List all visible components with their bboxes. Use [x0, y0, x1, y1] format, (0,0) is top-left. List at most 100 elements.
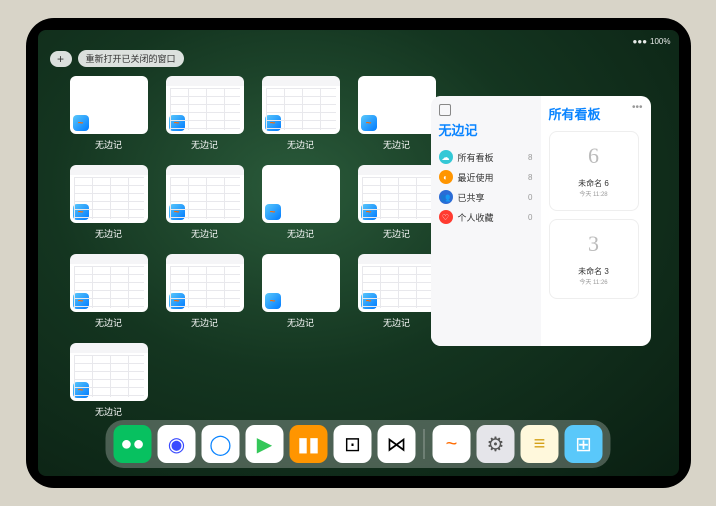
app-window-label: 无边记	[95, 227, 122, 240]
window-thumb	[262, 165, 340, 223]
nav-icon: 👥	[439, 190, 453, 204]
panel-left-title: 无边记	[439, 120, 533, 139]
app-window-label: 无边记	[383, 138, 410, 151]
status-bar: ●●● 100%	[46, 34, 671, 48]
app-window-11[interactable]: 无边记	[358, 254, 436, 329]
board-card-name: 未命名 3	[578, 266, 609, 277]
app-window-label: 无边记	[383, 316, 410, 329]
ipad-frame: ●●● 100% + 重新打开已关闭的窗口 无边记无边记无边记无边记无边记无边记…	[26, 18, 691, 488]
dock-recent-notes[interactable]: ≡	[521, 425, 559, 463]
app-window-7[interactable]: 无边记	[358, 165, 436, 240]
app-window-label: 无边记	[287, 138, 314, 151]
window-thumb	[166, 254, 244, 312]
window-thumb	[166, 76, 244, 134]
window-thumb	[70, 254, 148, 312]
nav-count: 8	[528, 173, 532, 182]
nav-label: 个人收藏	[458, 211, 494, 224]
board-sketch: 3	[576, 226, 612, 262]
app-window-9[interactable]: 无边记	[166, 254, 244, 329]
window-thumb	[358, 76, 436, 134]
nav-label: 已共享	[458, 191, 485, 204]
app-window-label: 无边记	[287, 227, 314, 240]
screen: ●●● 100% + 重新打开已关闭的窗口 无边记无边记无边记无边记无边记无边记…	[38, 30, 679, 476]
board-card-1[interactable]: 3 未命名 3今天 11:26	[549, 219, 639, 299]
freeform-app-icon	[73, 382, 89, 398]
dock: ●●◉◯▶▮▮⊡⋈ ~⚙≡⊞	[106, 420, 611, 468]
app-window-label: 无边记	[95, 405, 122, 418]
freeform-app-icon	[169, 293, 185, 309]
window-thumb	[70, 165, 148, 223]
app-window-4[interactable]: 无边记	[70, 165, 148, 240]
window-thumb	[358, 165, 436, 223]
dock-recent-freeform[interactable]: ~	[433, 425, 471, 463]
app-window-1[interactable]: 无边记	[166, 76, 244, 151]
app-window-10[interactable]: 无边记	[262, 254, 340, 329]
freeform-app-icon	[73, 204, 89, 220]
nav-item-3[interactable]: ♡ 个人收藏 0	[439, 207, 533, 227]
panel-content: 所有看板 6 未命名 6今天 11:28 3 未命名 3今天 11:26	[541, 96, 651, 346]
freeform-app-icon	[265, 115, 281, 131]
freeform-app-icon	[361, 204, 377, 220]
dock-app-wechat[interactable]: ●●	[114, 425, 152, 463]
app-window-5[interactable]: 无边记	[166, 165, 244, 240]
dock-recent-app-library[interactable]: ⊞	[565, 425, 603, 463]
app-window-label: 无边记	[191, 316, 218, 329]
add-window-button[interactable]: +	[50, 51, 72, 67]
freeform-app-icon	[265, 204, 281, 220]
nav-count: 0	[528, 193, 532, 202]
reopen-closed-window-button[interactable]: 重新打开已关闭的窗口	[78, 50, 184, 67]
more-icon[interactable]: •••	[632, 102, 643, 113]
dock-app-dice[interactable]: ⊡	[334, 425, 372, 463]
freeform-app-icon	[169, 115, 185, 131]
window-thumb	[262, 76, 340, 134]
nav-icon: ◐	[439, 170, 453, 184]
panel-sidebar: 无边记 ☁所有看板8◐最近使用8👥已共享0♡个人收藏0	[431, 96, 541, 346]
app-window-12[interactable]: 无边记	[70, 343, 148, 418]
board-card-date: 今天 11:28	[579, 189, 607, 198]
dock-separator	[424, 429, 425, 459]
board-card-name: 未命名 6	[578, 178, 609, 189]
nav-item-0[interactable]: ☁ 所有看板 8	[439, 147, 533, 167]
wifi-icon: ●●●	[633, 37, 648, 46]
dock-app-connect[interactable]: ⋈	[378, 425, 416, 463]
top-controls: + 重新打开已关闭的窗口	[50, 50, 184, 67]
app-window-6[interactable]: 无边记	[262, 165, 340, 240]
dock-app-quark[interactable]: ◉	[158, 425, 196, 463]
nav-icon: ♡	[439, 210, 453, 224]
dock-recent-settings[interactable]: ⚙	[477, 425, 515, 463]
window-thumb	[70, 343, 148, 401]
dock-app-play[interactable]: ▶	[246, 425, 284, 463]
freeform-panel[interactable]: ••• 无边记 ☁所有看板8◐最近使用8👥已共享0♡个人收藏0 所有看板 6未命…	[431, 96, 651, 346]
app-window-label: 无边记	[95, 316, 122, 329]
nav-count: 8	[528, 153, 532, 162]
freeform-app-icon	[73, 293, 89, 309]
nav-count: 0	[528, 213, 532, 222]
sidebar-toggle-icon[interactable]	[439, 104, 451, 116]
app-window-label: 无边记	[383, 227, 410, 240]
freeform-app-icon	[265, 293, 281, 309]
app-window-3[interactable]: 无边记	[358, 76, 436, 151]
nav-label: 所有看板	[458, 151, 494, 164]
app-window-0[interactable]: 无边记	[70, 76, 148, 151]
freeform-app-icon	[169, 204, 185, 220]
nav-item-2[interactable]: 👥 已共享 0	[439, 187, 533, 207]
app-window-label: 无边记	[287, 316, 314, 329]
nav-icon: ☁	[439, 150, 453, 164]
app-window-2[interactable]: 无边记	[262, 76, 340, 151]
freeform-app-icon	[361, 115, 377, 131]
board-card-0[interactable]: 6 未命名 6今天 11:28	[549, 131, 639, 211]
window-thumb	[262, 254, 340, 312]
app-window-8[interactable]: 无边记	[70, 254, 148, 329]
app-window-label: 无边记	[95, 138, 122, 151]
app-switcher-grid: 无边记无边记无边记无边记无边记无边记无边记无边记无边记无边记无边记无边记无边记	[70, 76, 436, 418]
app-window-label: 无边记	[191, 138, 218, 151]
panel-right-title: 所有看板	[549, 104, 643, 123]
window-thumb	[70, 76, 148, 134]
dock-app-books[interactable]: ▮▮	[290, 425, 328, 463]
board-sketch: 6	[576, 138, 612, 174]
window-thumb	[358, 254, 436, 312]
nav-item-1[interactable]: ◐最近使用8	[439, 167, 533, 187]
battery-icon: 100%	[650, 37, 670, 46]
board-card-date: 今天 11:26	[579, 277, 607, 286]
dock-app-qqbrowser[interactable]: ◯	[202, 425, 240, 463]
